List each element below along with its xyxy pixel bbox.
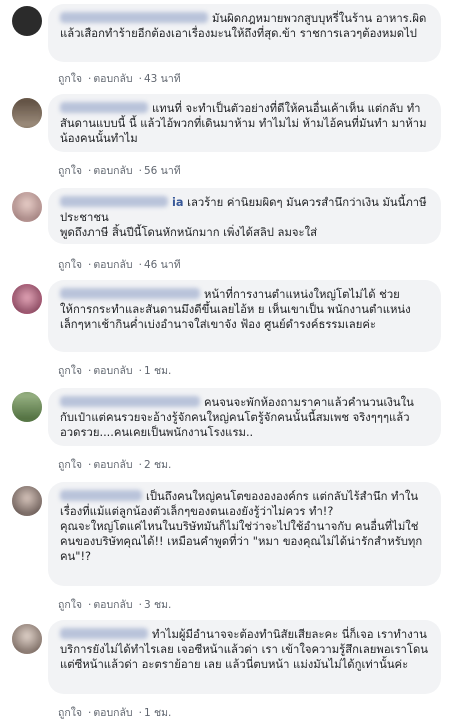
reply-link[interactable]: ตอบกลับ	[93, 259, 132, 271]
commenter-name[interactable]	[60, 288, 200, 299]
comment-actions: ถูกใจ · ตอบกลับ · 56 นาที	[58, 165, 181, 177]
commenter-name[interactable]	[60, 102, 148, 113]
comment: ทำไมผู้มีอำนาจจะต้องทำนิสัยเสียละคะ นี่ก…	[0, 618, 454, 719]
comment-time[interactable]: 2 ชม.	[144, 459, 171, 471]
reply-link[interactable]: ตอบกลับ	[93, 459, 132, 471]
comment-time[interactable]: 3 ชม.	[144, 599, 171, 611]
comment-bubble: แทนที่ จะทำเป็นตัวอย่างที่ดีให้คนอื่นเค้…	[48, 94, 441, 152]
comment-time[interactable]: 46 นาที	[144, 259, 181, 271]
comment-actions: ถูกใจ · ตอบกลับ · 2 ชม.	[58, 459, 172, 471]
comment-bubble: มันผิดกฎหมายพวกสูบบุหรี่ในร้าน อาหาร.ผิด…	[48, 4, 441, 62]
like-link[interactable]: ถูกใจ	[58, 259, 82, 271]
reply-link[interactable]: ตอบกลับ	[93, 73, 132, 85]
avatar[interactable]	[12, 284, 42, 314]
comment-time[interactable]: 56 นาที	[144, 165, 181, 177]
commenter-name[interactable]	[60, 196, 168, 207]
commenter-name[interactable]	[60, 396, 200, 407]
commenter-name[interactable]	[60, 490, 142, 501]
comment-actions: ถูกใจ · ตอบกลับ · 43 นาที	[58, 73, 181, 85]
like-link[interactable]: ถูกใจ	[58, 459, 82, 471]
avatar[interactable]	[12, 98, 42, 128]
commenter-name[interactable]	[60, 628, 148, 639]
comment-time[interactable]: 1 ชม.	[144, 707, 171, 719]
reply-link[interactable]: ตอบกลับ	[93, 599, 132, 611]
comment: ia เลวร้าย ค่านิยมผิดๆ มันควรสำนึกว่าเงิ…	[0, 186, 454, 276]
commenter-name[interactable]	[60, 12, 208, 23]
reply-link[interactable]: ตอบกลับ	[93, 165, 132, 177]
reply-link[interactable]: ตอบกลับ	[93, 707, 132, 719]
like-link[interactable]: ถูกใจ	[58, 599, 82, 611]
avatar[interactable]	[12, 192, 42, 222]
like-link[interactable]: ถูกใจ	[58, 365, 82, 377]
comment-actions: ถูกใจ · ตอบกลับ · 1 ชม.	[58, 365, 172, 377]
comment-bubble: ia เลวร้าย ค่านิยมผิดๆ มันควรสำนึกว่าเงิ…	[48, 188, 441, 244]
comment-bubble: คนจนจะพักห้องถามราคาแล้วคำนวนเงินใน กับเ…	[48, 388, 441, 446]
avatar[interactable]	[12, 392, 42, 422]
comment-actions: ถูกใจ · ตอบกลับ · 3 ชม.	[58, 599, 172, 611]
comment-time[interactable]: 43 นาที	[144, 73, 181, 85]
comment-time[interactable]: 1 ชม.	[144, 365, 171, 377]
reply-link[interactable]: ตอบกลับ	[93, 365, 132, 377]
comment: คนจนจะพักห้องถามราคาแล้วคำนวนเงินใน กับเ…	[0, 386, 454, 478]
like-link[interactable]: ถูกใจ	[58, 707, 82, 719]
avatar[interactable]	[12, 624, 42, 654]
comment-actions: ถูกใจ · ตอบกลับ · 1 ชม.	[58, 707, 172, 719]
comment-bubble: ทำไมผู้มีอำนาจจะต้องทำนิสัยเสียละคะ นี่ก…	[48, 620, 441, 694]
like-link[interactable]: ถูกใจ	[58, 165, 82, 177]
comment: แทนที่ จะทำเป็นตัวอย่างที่ดีให้คนอื่นเค้…	[0, 92, 454, 184]
comment-actions: ถูกใจ · ตอบกลับ · 46 นาที	[58, 259, 181, 271]
commenter-name-suffix[interactable]: ia	[172, 196, 184, 209]
avatar[interactable]	[12, 486, 42, 516]
comment: เป็นถึงคนใหญ่คนโตของององค์กร แต่กลับไร้ส…	[0, 480, 454, 616]
comment-bubble: เป็นถึงคนใหญ่คนโตของององค์กร แต่กลับไร้ส…	[48, 482, 441, 586]
comment: หน้าที่การงานตำแหน่งใหญ่โตไม่ได้ ช่วยให้…	[0, 278, 454, 384]
comment: มันผิดกฎหมายพวกสูบบุหรี่ในร้าน อาหาร.ผิด…	[0, 0, 454, 90]
like-link[interactable]: ถูกใจ	[58, 73, 82, 85]
avatar[interactable]	[12, 6, 42, 36]
comment-bubble: หน้าที่การงานตำแหน่งใหญ่โตไม่ได้ ช่วยให้…	[48, 280, 441, 352]
